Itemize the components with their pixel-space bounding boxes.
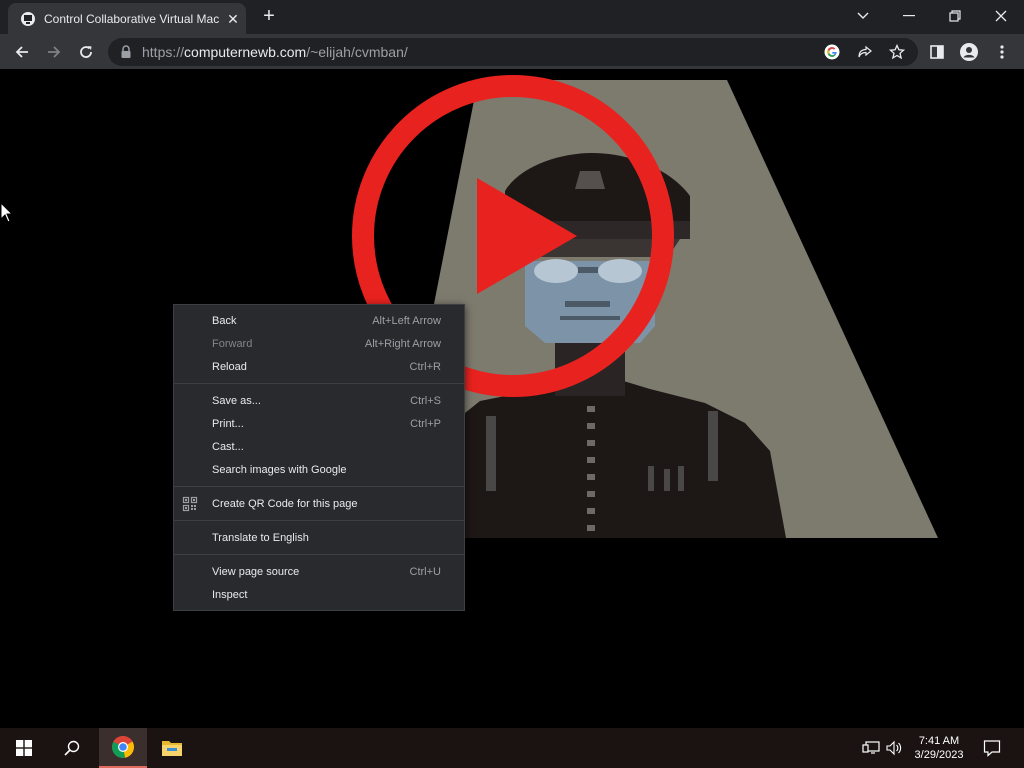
menu-item-inspect[interactable]: Inspect bbox=[174, 583, 464, 606]
menu-item-forward: Forward Alt+Right Arrow bbox=[174, 332, 464, 355]
new-tab-button[interactable]: + bbox=[258, 6, 280, 28]
menu-item-create-qr-code[interactable]: Create QR Code for this page bbox=[174, 492, 464, 515]
restore-button[interactable] bbox=[932, 0, 978, 32]
context-menu: Back Alt+Left Arrow Forward Alt+Right Arro… bbox=[173, 304, 465, 611]
menu-separator bbox=[174, 554, 464, 555]
menu-item-view-source[interactable]: View page source Ctrl+U bbox=[174, 560, 464, 583]
start-button[interactable] bbox=[0, 728, 48, 768]
kebab-menu-icon bbox=[1000, 45, 1004, 59]
menu-item-reload[interactable]: Reload Ctrl+R bbox=[174, 355, 464, 378]
mouse-cursor-icon bbox=[1, 203, 13, 223]
menu-item-shortcut: Ctrl+U bbox=[409, 565, 441, 578]
taskbar-file-explorer-button[interactable] bbox=[148, 728, 196, 768]
menu-item-cast[interactable]: Cast... bbox=[174, 435, 464, 458]
qr-code-icon bbox=[182, 496, 198, 512]
side-panel-button[interactable] bbox=[923, 38, 951, 66]
menu-item-label: Forward bbox=[212, 337, 253, 350]
menu-item-shortcut: Ctrl+P bbox=[410, 417, 441, 430]
volume-icon[interactable] bbox=[886, 740, 902, 756]
taskbar: 7:41 AM 3/29/2023 bbox=[0, 728, 1024, 768]
taskbar-chrome-button[interactable] bbox=[99, 728, 147, 768]
banner-image bbox=[352, 75, 938, 538]
clock-date: 3/29/2023 bbox=[914, 749, 964, 761]
folder-icon bbox=[162, 741, 182, 756]
chrome-icon bbox=[112, 736, 134, 758]
forward-button[interactable] bbox=[40, 38, 68, 66]
url-path: /~elijah/cvmban/ bbox=[306, 44, 408, 60]
back-button[interactable] bbox=[8, 38, 36, 66]
menu-item-label: View page source bbox=[212, 565, 300, 578]
menu-item-label: Print... bbox=[212, 417, 244, 430]
menu-item-shortcut: Ctrl+S bbox=[410, 394, 441, 407]
menu-item-label: Back bbox=[212, 314, 237, 327]
menu-item-label: Translate to English bbox=[212, 531, 309, 544]
notification-icon[interactable] bbox=[983, 739, 1001, 757]
lock-icon[interactable] bbox=[120, 45, 132, 59]
menu-item-label: Inspect bbox=[212, 588, 248, 601]
network-icon[interactable] bbox=[862, 740, 880, 756]
menu-item-shortcut: Alt+Right Arrow bbox=[364, 337, 441, 350]
menu-item-shortcut: Alt+Left Arrow bbox=[372, 314, 441, 327]
menu-item-save-as[interactable]: Save as... Ctrl+S bbox=[174, 389, 464, 412]
menu-separator bbox=[174, 383, 464, 384]
menu-item-search-images[interactable]: Search images with Google bbox=[174, 458, 464, 481]
menu-item-print[interactable]: Print... Ctrl+P bbox=[174, 412, 464, 435]
menu-item-label: Reload bbox=[212, 360, 247, 373]
tab-title: Control Collaborative Virtual Machin bbox=[44, 12, 220, 26]
site-favicon-icon bbox=[21, 12, 35, 26]
reload-icon bbox=[80, 46, 92, 58]
tab-search-icon[interactable] bbox=[840, 0, 886, 32]
url-text[interactable]: https://computernewb.com/~elijah/cvmban/ bbox=[142, 43, 408, 61]
reload-button[interactable] bbox=[72, 38, 100, 66]
menu-separator bbox=[174, 486, 464, 487]
arrow-left-icon bbox=[15, 46, 28, 58]
minimize-button[interactable] bbox=[886, 0, 932, 32]
page-content bbox=[0, 71, 1024, 728]
system-clock[interactable]: 7:41 AM 3/29/2023 bbox=[904, 734, 974, 762]
search-icon bbox=[64, 740, 80, 756]
close-window-button[interactable] bbox=[978, 0, 1024, 32]
clock-time: 7:41 AM bbox=[918, 735, 960, 747]
menu-item-label: Save as... bbox=[212, 394, 261, 407]
menu-item-label: Cast... bbox=[212, 440, 244, 453]
menu-item-label: Create QR Code for this page bbox=[212, 497, 358, 510]
side-panel-icon bbox=[930, 45, 944, 59]
arrow-right-icon bbox=[48, 46, 61, 58]
menu-item-label: Search images with Google bbox=[212, 463, 347, 476]
menu-button[interactable] bbox=[988, 38, 1016, 66]
browser-toolbar: https://computernewb.com/~elijah/cvmban/ bbox=[0, 34, 1024, 70]
close-tab-icon[interactable]: ✕ bbox=[224, 10, 242, 28]
bookmark-star-icon[interactable] bbox=[888, 43, 906, 60]
share-icon[interactable] bbox=[857, 44, 873, 60]
address-bar[interactable]: https://computernewb.com/~elijah/cvmban/ bbox=[108, 38, 918, 66]
profile-avatar-icon bbox=[960, 43, 978, 61]
windows-logo-icon bbox=[16, 740, 32, 756]
browser-tab[interactable]: Control Collaborative Virtual Machin ✕ bbox=[8, 3, 246, 34]
profile-button[interactable] bbox=[955, 38, 983, 66]
menu-item-shortcut: Ctrl+R bbox=[409, 360, 441, 373]
google-lens-icon[interactable] bbox=[824, 44, 840, 60]
menu-item-translate[interactable]: Translate to English bbox=[174, 526, 464, 549]
url-host: computernewb.com bbox=[184, 44, 307, 60]
menu-item-back[interactable]: Back Alt+Left Arrow bbox=[174, 309, 464, 332]
tab-strip: Control Collaborative Virtual Machin ✕ + bbox=[0, 0, 1024, 34]
url-scheme: https:// bbox=[142, 44, 185, 60]
taskbar-search-button[interactable] bbox=[48, 728, 96, 768]
menu-separator bbox=[174, 520, 464, 521]
